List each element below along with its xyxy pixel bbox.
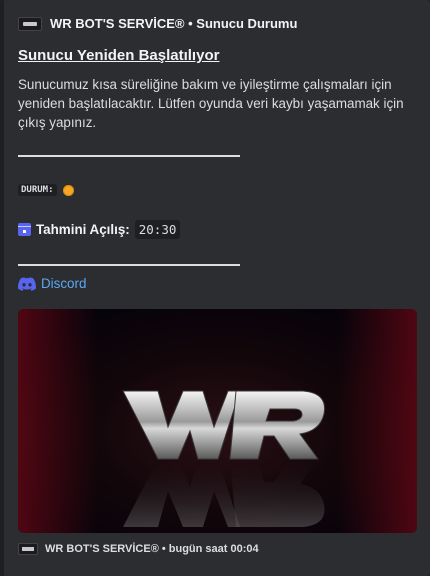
embed-image[interactable] [18,309,417,533]
embed-author: WR BOT'S SERVİCE® • Sunucu Durumu [18,16,297,31]
discord-link[interactable]: Discord [18,276,86,291]
eta-label: Tahmini Açılış: [36,222,130,237]
discord-icon [18,276,36,291]
divider-line [18,155,240,157]
footer-text: WR BOT'S SERVİCE® • bugün saat 00:04 [45,543,259,555]
status-row: DURUM: [18,184,74,196]
eta-time: 20:30 [134,220,181,239]
eta-row: Tahmini Açılış: 20:30 [18,220,181,239]
wr-banner-logo [122,390,326,527]
divider-line-2 [18,264,240,266]
wr-logo-icon [18,16,42,31]
embed-description: Sunucumuz kısa süreliğine bakım ve iyile… [18,77,404,130]
embed-title[interactable]: Sunucu Yeniden Başlatılıyor [18,47,219,64]
embed-footer: WR BOT'S SERVİCE® • bugün saat 00:04 [18,543,259,555]
calendar-icon [18,223,31,236]
discord-link-label: Discord [41,276,87,291]
status-label: DURUM: [18,184,57,196]
embed-card: WR BOT'S SERVİCE® • Sunucu Durumu Sunucu… [0,0,430,576]
wr-footer-logo-icon [18,543,38,555]
status-dot-icon [62,184,74,196]
author-name: WR BOT'S SERVİCE® • Sunucu Durumu [50,16,298,31]
